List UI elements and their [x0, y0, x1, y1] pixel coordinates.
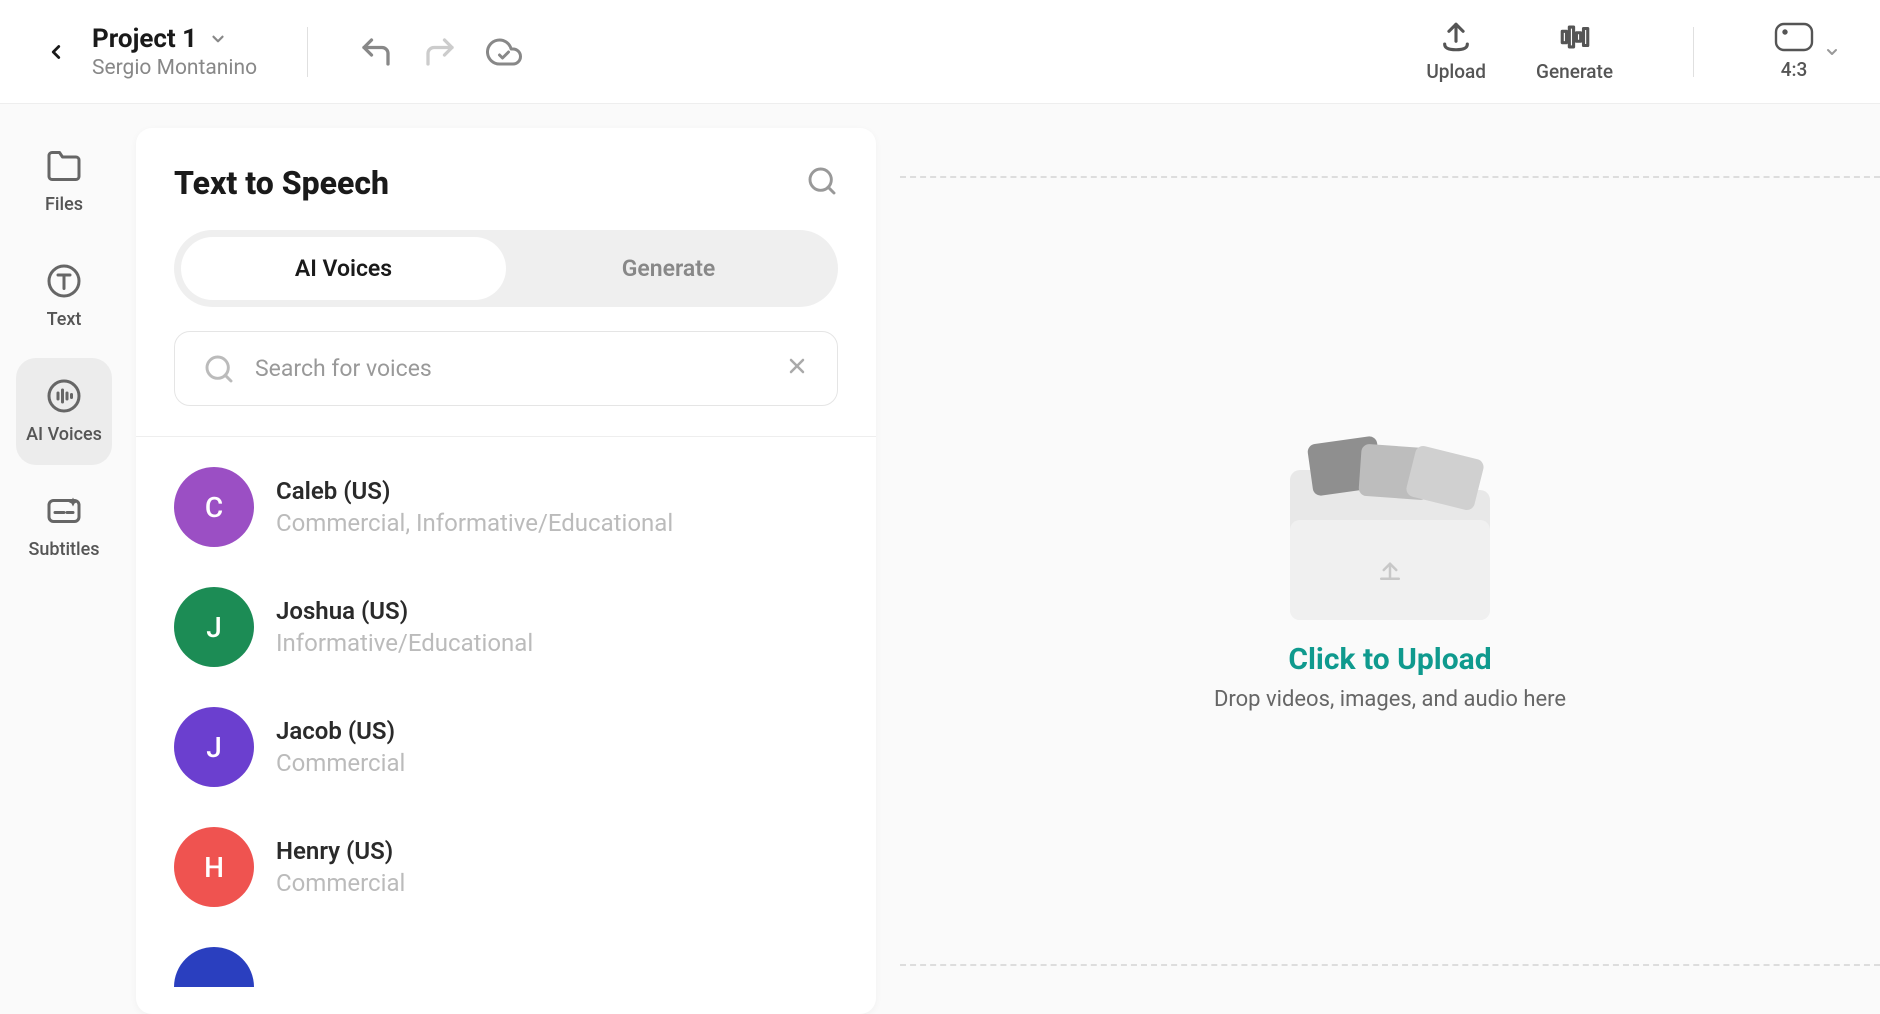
voice-name: Caleb (US): [276, 477, 673, 505]
voice-meta: Henry (US) Commercial: [276, 837, 405, 897]
voice-tags: Commercial: [276, 749, 405, 777]
upload-subtitle: Drop videos, images, and audio here: [1214, 687, 1566, 712]
upload-title: Click to Upload: [1288, 642, 1491, 677]
divider: [1693, 27, 1694, 77]
folder-icon: [46, 148, 82, 184]
voice-row[interactable]: H Henry (US) Commercial: [136, 807, 876, 927]
sidebar-item-label: Files: [45, 194, 83, 215]
upload-icon: [1439, 20, 1473, 54]
chevron-down-icon: [1824, 44, 1840, 60]
voice-row[interactable]: J Jacob (US) Commercial: [136, 687, 876, 807]
voice-list[interactable]: C Caleb (US) Commercial, Informative/Edu…: [136, 436, 876, 1014]
generate-button[interactable]: Generate: [1536, 20, 1613, 83]
search-icon: [203, 353, 235, 385]
clear-search-button[interactable]: [785, 352, 809, 385]
toolbar-icons: [358, 34, 522, 70]
voice-meta: Joshua (US) Informative/Educational: [276, 597, 533, 657]
panel-search-button[interactable]: [806, 165, 838, 201]
sidebar-item-label: Text: [47, 309, 82, 330]
undo-button[interactable]: [358, 34, 394, 70]
generate-icon: [1558, 20, 1592, 54]
canvas-drop-area[interactable]: Click to Upload Drop videos, images, and…: [900, 176, 1880, 966]
voice-search-input[interactable]: [255, 355, 765, 382]
aspect-ratio-selector[interactable]: 4:3: [1774, 22, 1840, 81]
voice-name: Jacob (US): [276, 717, 405, 745]
voice-icon: [46, 378, 82, 414]
tab-generate[interactable]: Generate: [506, 237, 831, 300]
sidebar-item-text[interactable]: Text: [16, 243, 112, 350]
cloud-check-icon: [486, 32, 522, 72]
voice-name: Henry (US): [276, 837, 405, 865]
voice-avatar: J: [174, 707, 254, 787]
chevron-down-icon: [209, 30, 227, 48]
text-icon: [46, 263, 82, 299]
divider: [307, 27, 308, 77]
search-icon: [806, 165, 838, 197]
sidebar-item-label: AI Voices: [26, 424, 102, 445]
project-info: Project 1 Sergio Montanino: [92, 24, 257, 80]
tab-ai-voices[interactable]: AI Voices: [181, 237, 506, 300]
panel-header: Text to Speech: [136, 128, 876, 230]
segmented-tabs: AI Voices Generate: [174, 230, 838, 307]
voice-row-partial[interactable]: [174, 947, 254, 987]
sidebar-item-subtitles[interactable]: Subtitles: [16, 473, 112, 580]
voice-avatar: H: [174, 827, 254, 907]
sidebar-item-ai-voices[interactable]: AI Voices: [16, 358, 112, 465]
sidebar-item-files[interactable]: Files: [16, 128, 112, 235]
voice-row[interactable]: C Caleb (US) Commercial, Informative/Edu…: [136, 447, 876, 567]
redo-icon: [422, 34, 458, 70]
voice-tags: Commercial, Informative/Educational: [276, 509, 673, 537]
sidebar: Files Text AI Voices Subtitles: [0, 104, 128, 1014]
voice-tags: Commercial: [276, 869, 405, 897]
close-icon: [785, 354, 809, 378]
undo-icon: [358, 34, 394, 70]
panel-title: Text to Speech: [174, 164, 389, 202]
voice-meta: Jacob (US) Commercial: [276, 717, 405, 777]
voice-meta: Caleb (US) Commercial, Informative/Educa…: [276, 477, 673, 537]
header-left: Project 1 Sergio Montanino: [40, 24, 522, 80]
subtitles-icon: [46, 493, 82, 529]
back-button[interactable]: [40, 36, 72, 68]
project-owner: Sergio Montanino: [92, 56, 257, 80]
header-right: Upload Generate 4:3: [1426, 20, 1840, 83]
voice-tags: Informative/Educational: [276, 629, 533, 657]
voice-row[interactable]: J Joshua (US) Informative/Educational: [136, 567, 876, 687]
upload-illustration: [1270, 430, 1510, 620]
upload-zone[interactable]: Click to Upload Drop videos, images, and…: [1214, 430, 1566, 712]
tts-panel: Text to Speech AI Voices Generate C Cale…: [136, 128, 876, 1014]
voice-name: Joshua (US): [276, 597, 533, 625]
project-name-dropdown[interactable]: Project 1: [92, 24, 257, 54]
canvas: Click to Upload Drop videos, images, and…: [900, 128, 1880, 1014]
redo-button[interactable]: [422, 34, 458, 70]
project-name: Project 1: [92, 24, 197, 54]
chevron-left-icon: [45, 38, 67, 66]
cloud-save-button[interactable]: [486, 34, 522, 70]
upload-arrow-icon: [1375, 555, 1405, 585]
voice-avatar: C: [174, 467, 254, 547]
generate-label: Generate: [1536, 60, 1613, 83]
voice-avatar: J: [174, 587, 254, 667]
aspect-ratio-icon: [1774, 22, 1814, 52]
upload-button[interactable]: Upload: [1426, 20, 1486, 83]
ratio-label: 4:3: [1781, 58, 1808, 81]
main: Files Text AI Voices Subtitles Text to S…: [0, 104, 1880, 1014]
search-box: [174, 331, 838, 406]
upload-label: Upload: [1426, 60, 1486, 83]
sidebar-item-label: Subtitles: [28, 539, 99, 560]
header: Project 1 Sergio Montanino Upload Genera…: [0, 0, 1880, 104]
